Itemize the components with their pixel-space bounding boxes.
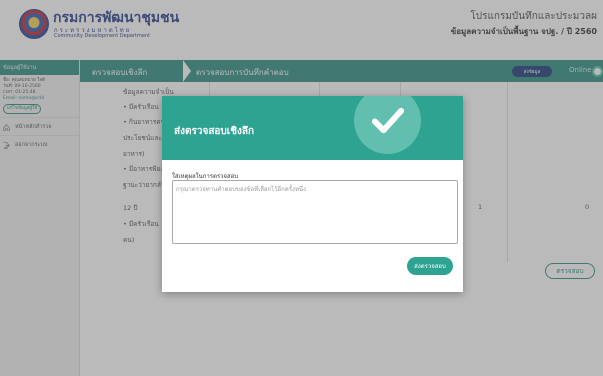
- deep-check-modal: ส่งตรวจสอบเชิงลึก ใส่เหตุผลในการตรวจสอบ …: [162, 96, 463, 292]
- reason-textarea[interactable]: [172, 180, 458, 244]
- modal-title: ส่งตรวจสอบเชิงลึก: [174, 126, 255, 137]
- submit-review-button[interactable]: ส่งตรวจสอบ: [407, 257, 453, 275]
- checkmark-glyph: [371, 107, 405, 134]
- checkmark-icon: [354, 96, 421, 154]
- modal-header: ส่งตรวจสอบเชิงลึก: [162, 96, 463, 160]
